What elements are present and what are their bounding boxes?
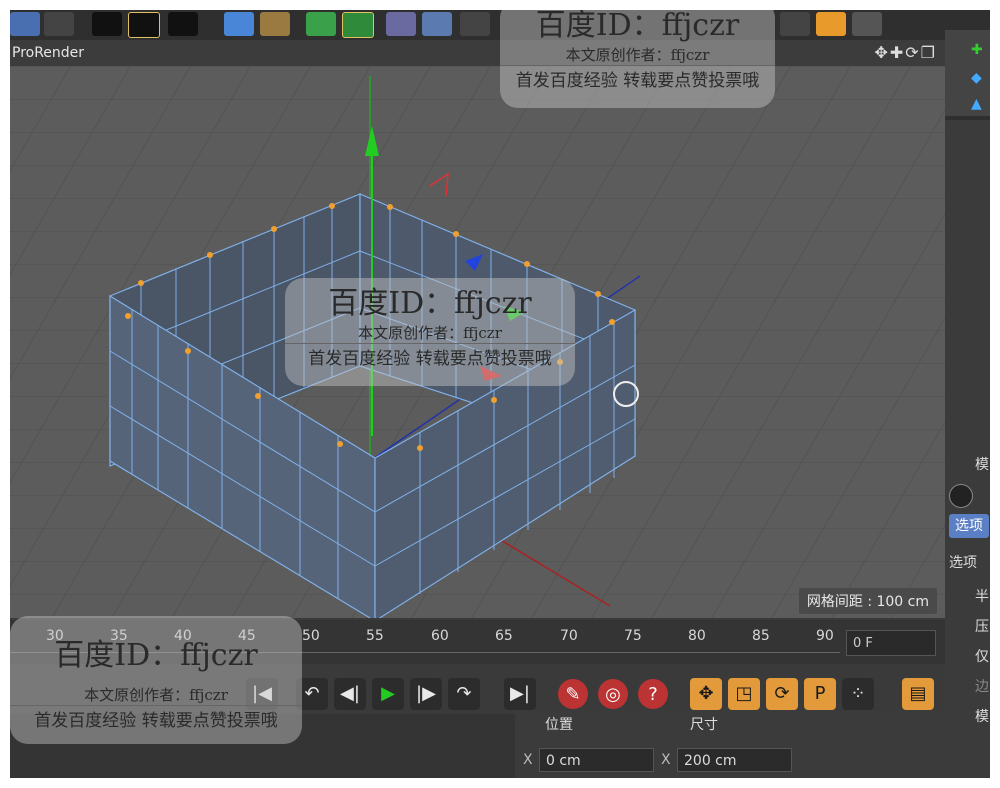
- watermark-bottom: 百度ID：ffjczr 本文原创作者：ffjczr 首发百度经验 转载要点赞投票…: [10, 616, 302, 744]
- size-x-label: X: [661, 752, 671, 768]
- position-header: 位置: [545, 717, 573, 733]
- grid-spacing-label: 网格间距 : 100 cm: [798, 588, 937, 614]
- array-icon[interactable]: [342, 12, 374, 38]
- film-icon[interactable]: [92, 12, 122, 36]
- app-window: ProRender ✥✚⟳❐ 网格间距: 100 cm 30 35 40 45…: [10, 10, 990, 778]
- render-view-icon[interactable]: [128, 12, 160, 38]
- watermark-id-prefix: 百度ID：: [54, 638, 181, 673]
- next-frame-icon[interactable]: |▶: [410, 678, 442, 710]
- watermark-note: 首发百度经验 转载要点赞投票哦: [10, 705, 302, 731]
- main-toolbar: [10, 10, 945, 40]
- watermark-id: ffjczr: [661, 10, 740, 43]
- coordinates-panel: 位置 尺寸 X 0 cm X 200 cm: [515, 710, 945, 778]
- timeline-tick: 70: [560, 628, 578, 644]
- timeline-tick: 55: [366, 628, 384, 644]
- option-item[interactable]: 压: [975, 616, 989, 636]
- redo-icon[interactable]: [44, 12, 74, 36]
- timeline-tick: 75: [624, 628, 642, 644]
- current-frame-field[interactable]: 0 F: [846, 630, 936, 656]
- option-item[interactable]: 半: [975, 586, 989, 606]
- loop-forward-icon[interactable]: ↷: [448, 678, 480, 710]
- option-item[interactable]: 边: [975, 676, 989, 696]
- timeline-tick: 85: [752, 628, 770, 644]
- timeline-tick: 60: [431, 628, 449, 644]
- watermark-note: 首发百度经验 转载要点赞投票哦: [500, 65, 775, 91]
- auto-key-icon[interactable]: ◎: [598, 679, 628, 709]
- watermark-id: ffjczr: [180, 638, 258, 673]
- viewport-header: ProRender ✥✚⟳❐: [10, 40, 945, 66]
- go-end-icon[interactable]: ▶|: [504, 678, 536, 710]
- viewport-nav-icons[interactable]: ✥✚⟳❐: [874, 40, 937, 66]
- option-item[interactable]: 模: [975, 706, 989, 726]
- snap-icon[interactable]: [816, 12, 846, 36]
- watermark-note: 首发百度经验 转载要点赞投票哦: [285, 343, 575, 369]
- watermark-id: ffjczr: [454, 286, 532, 321]
- watermark-top: 百度ID：ffjczr 本文原创作者：ffjczr 首发百度经验 转载要点赞投票…: [500, 10, 775, 108]
- help-icon[interactable]: ?: [638, 679, 668, 709]
- object-manager[interactable]: ✚ ◆ ▲: [945, 30, 990, 116]
- pointer-tool-icon[interactable]: [949, 484, 973, 508]
- watermark-author: 本文原创作者：ffjczr: [84, 686, 228, 704]
- select-tab[interactable]: 选项: [949, 514, 989, 538]
- right-panel: ✚ ◆ ▲ 模 选项 选项 半 压 仅 边 模: [945, 10, 990, 778]
- watermark-author: 本文原创作者：ffjczr: [358, 324, 502, 342]
- option-item[interactable]: 仅: [975, 646, 989, 666]
- timeline-tick: 90: [816, 628, 834, 644]
- arrow-down-icon[interactable]: [780, 12, 810, 36]
- cube-object-icon[interactable]: ◆: [971, 70, 982, 86]
- watermark-id-prefix: 百度ID：: [328, 286, 455, 321]
- cube-icon[interactable]: [224, 12, 254, 36]
- rotate-key-icon[interactable]: ⟳: [766, 678, 798, 710]
- size-header: 尺寸: [690, 717, 718, 733]
- null-object-icon[interactable]: ✚: [971, 42, 983, 58]
- scale-key-icon[interactable]: ◳: [728, 678, 760, 710]
- options-tab[interactable]: 选项: [949, 552, 977, 572]
- timeline-tick: 50: [302, 628, 320, 644]
- watermark-author: 本文原创作者：ffjczr: [565, 46, 710, 64]
- size-x-field[interactable]: 200 cm: [677, 748, 792, 772]
- render-settings-icon[interactable]: [168, 12, 198, 36]
- deformer-icon[interactable]: [386, 12, 416, 36]
- undo-icon[interactable]: [10, 12, 40, 36]
- pla-key-icon[interactable]: ⁘: [842, 678, 874, 710]
- timeline-tick: 65: [495, 628, 513, 644]
- object-list-area: [945, 120, 990, 440]
- floor-icon[interactable]: [422, 12, 452, 36]
- timeline-window-icon[interactable]: ▤: [902, 678, 934, 710]
- timeline-tick: 80: [688, 628, 706, 644]
- watermark-center: 百度ID：ffjczr 本文原创作者：ffjczr 首发百度经验 转载要点赞投票…: [285, 278, 575, 386]
- move-key-icon[interactable]: ✥: [690, 678, 722, 710]
- camera-icon[interactable]: [460, 12, 490, 36]
- pen-icon[interactable]: [260, 12, 290, 36]
- axis-icon[interactable]: [852, 12, 882, 36]
- param-key-icon[interactable]: P: [804, 678, 836, 710]
- polygon-object-icon[interactable]: ▲: [971, 96, 982, 112]
- position-x-label: X: [523, 752, 533, 768]
- subdivision-icon[interactable]: [306, 12, 336, 36]
- prev-frame-icon[interactable]: ◀|: [334, 678, 366, 710]
- play-icon[interactable]: ▶: [372, 678, 404, 710]
- attributes-tab[interactable]: 模: [975, 454, 989, 474]
- position-x-field[interactable]: 0 cm: [539, 748, 654, 772]
- record-key-icon[interactable]: ✎: [558, 679, 588, 709]
- watermark-id-prefix: 百度ID：: [535, 10, 662, 43]
- viewport-title: ProRender: [12, 45, 85, 61]
